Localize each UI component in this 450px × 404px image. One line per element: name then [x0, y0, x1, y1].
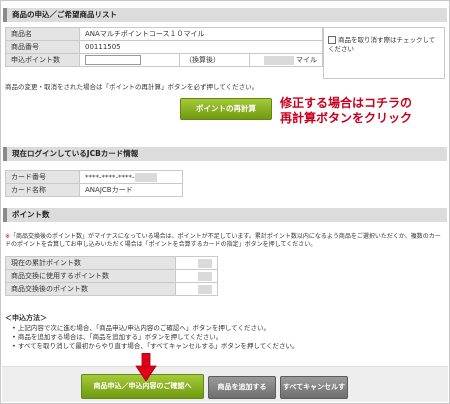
apply-points-input[interactable] [85, 55, 141, 65]
card-table: カード番号 ****-****-****- カード名称 ANAJCBカード [5, 170, 183, 197]
remaining-points-label: 商品交換後のポイント数 [5, 282, 176, 296]
converted-miles-masked [263, 55, 294, 65]
points-table: 現在の累計ポイント数 商品交換に使用するポイント数 商品交換後のポイント数 [5, 256, 218, 296]
remove-check-label: 商品を取り消す際はチェックしてください [328, 36, 436, 53]
current-points-label: 現在の累計ポイント数 [5, 256, 176, 270]
callout-line-2: 再計算ボタンをクリック [280, 111, 413, 125]
red-arrow-down-icon [135, 353, 157, 382]
card-name-value: ANAJCBカード [79, 183, 183, 197]
card-number-masked [134, 172, 157, 182]
product-table: 商品名 ANAマルチポイントコース１０マイル 商品番号 00111505 申込ポ… [5, 27, 323, 67]
callout-line-1: 修正する場合はコチラの [280, 96, 413, 110]
section-title-card-info: 現在ログインしているJCBカード情報 [3, 147, 447, 161]
list-item: • すべてを取り消して最初からやり直す場合、「すべてキャンセルする」ボタンを押し… [12, 342, 299, 350]
add-product-button[interactable]: 商品を追加する [208, 376, 276, 399]
product-number-value: 00111505 [79, 40, 323, 54]
recalculate-points-button[interactable]: ポイントの再計算 [180, 98, 272, 120]
table-row: カード番号 ****-****-****- [5, 170, 183, 184]
used-points-label: 商品交換に使用するポイント数 [5, 269, 176, 283]
current-points-masked [198, 258, 212, 268]
product-name-label: 商品名 [5, 27, 80, 41]
list-item: • 上記内容で次に進む場合、「商品申込/申込内容のご確認へ」ボタンを押してくださ… [12, 324, 270, 332]
remove-item-checkbox[interactable] [328, 36, 336, 44]
table-row: 申込ポイント数 （換算後） マイル [5, 53, 323, 67]
remaining-points-masked [198, 284, 212, 294]
mile-unit: マイル [296, 56, 317, 64]
recalc-callout: 修正する場合はコチラの 再計算ボタンをクリック [280, 96, 412, 126]
card-number-label: カード番号 [5, 170, 80, 184]
product-number-label: 商品番号 [5, 40, 80, 54]
howto-title: ＜申込方法＞ [5, 314, 47, 322]
howto-list: • 上記内容で次に進む場合、「商品申込/申込内容のご確認へ」ボタンを押してくださ… [12, 324, 432, 351]
card-number-value: ****-****-****- [79, 170, 183, 184]
used-points-masked [198, 271, 212, 281]
points-notice: ※「商品交換後のポイント数」がマイナスになっている場合は、ポイントが不足していま… [5, 233, 441, 248]
section-title-product-list: 商品の申込／ご希望商品リスト [3, 8, 447, 22]
cancel-all-button[interactable]: すべてキャンセルする [280, 376, 348, 399]
remove-check-cell: 商品を取り消す際はチェックしてください [323, 27, 445, 79]
section-title-points: ポイント数 [3, 208, 447, 222]
table-row: 商品交換に使用するポイント数 [5, 269, 218, 283]
card-name-label: カード名称 [5, 183, 80, 197]
table-row: 商品名 ANAマルチポイントコース１０マイル [5, 27, 323, 41]
table-row: 商品番号 00111505 [5, 40, 323, 54]
apply-points-label: 申込ポイント数 [5, 53, 80, 67]
table-row: カード名称 ANAJCBカード [5, 183, 183, 197]
table-row: 商品交換後のポイント数 [5, 282, 218, 296]
after-conversion-label: （換算後） [179, 53, 250, 67]
table-row: 現在の累計ポイント数 [5, 256, 218, 270]
list-item: • 商品を追加する場合は、「商品を追加する」ボタンを押してください。 [12, 333, 223, 341]
product-name-value: ANAマルチポイントコース１０マイル [79, 27, 323, 41]
change-note: 商品の変更・取消をされた場合は「ポイントの再計算」ボタンを必ず押してください。 [5, 83, 259, 91]
